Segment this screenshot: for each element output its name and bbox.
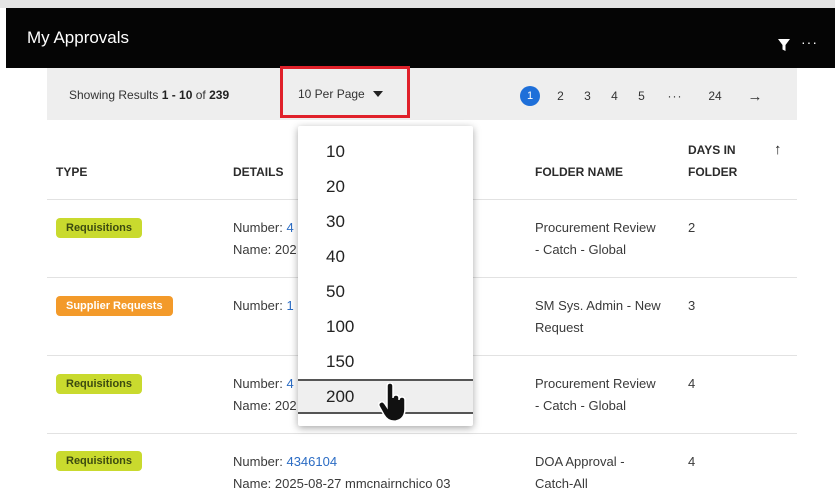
hand-cursor-icon [378,383,406,422]
details-cell: Number: 1 [233,295,294,317]
number-link[interactable]: 4346104 [286,454,337,469]
name-text: Name: 2025-08-27 mmcnairnchico 03 [233,476,451,491]
days-cell: 4 [688,376,696,391]
folder-cell: SM Sys. Admin - New Request [535,295,661,339]
number-link[interactable]: 4 [286,220,293,235]
name-text: Name: 202 [233,398,297,413]
per-page-dropdown: 10 20 30 40 50 100 150 200 [298,126,473,426]
column-header-folder[interactable]: FOLDER NAME [535,161,623,183]
column-header-details[interactable]: DETAILS [233,161,283,183]
caret-down-icon [372,91,383,97]
page-link[interactable]: 2 [547,89,574,103]
folder-line2: - Catch - Global [535,398,627,413]
folder-line1: DOA Approval - [535,454,625,469]
sort-arrow-icon[interactable]: ↑ [774,141,782,158]
per-page-option[interactable]: 10 [298,134,473,169]
days-cell: 3 [688,298,696,313]
folder-line1: SM Sys. Admin - New [535,298,661,313]
column-header-type[interactable]: TYPE [56,161,87,183]
next-arrow-icon[interactable]: → [735,88,775,105]
page-ellipsis: ··· [667,89,683,103]
number-label: Number: [233,454,287,469]
number-label: Number: [233,376,287,391]
filter-icon[interactable] [777,38,791,52]
number-link[interactable]: 4 [286,376,293,391]
type-badge: Requisitions [56,218,143,238]
per-page-option[interactable]: 40 [298,239,473,274]
results-prefix: Showing Results [69,88,162,102]
results-summary: Showing Results 1 - 10 of 239 [69,88,229,102]
number-label: Number: [233,298,287,313]
days-cell: 2 [688,220,696,235]
per-page-option[interactable]: 30 [298,204,473,239]
per-page-option[interactable]: 100 [298,309,473,344]
folder-line2: - Catch - Global [535,242,627,257]
type-badge: Supplier Requests [56,296,173,316]
folder-line1: Procurement Review [535,376,656,391]
top-strip [0,0,835,8]
results-of: of [192,88,210,102]
results-range: 1 - 10 [161,88,193,102]
type-badge: Requisitions [56,374,143,394]
per-page-label: 10 Per Page [298,87,365,101]
folder-cell: DOA Approval - Catch-All [535,451,625,495]
page-link[interactable]: 5 [628,89,655,103]
column-header-days-line2: FOLDER [688,165,738,179]
details-cell: Number: 4 Name: 202 [233,217,297,261]
details-cell: Number: 4 Name: 202 [233,373,297,417]
folder-line2: Request [535,320,584,335]
per-page-option[interactable]: 20 [298,169,473,204]
folder-cell: Procurement Review - Catch - Global [535,373,656,417]
more-icon[interactable]: ··· [801,34,818,50]
page-link[interactable]: 4 [601,89,628,103]
details-cell: Number: 4346104 Name: 2025-08-27 mmcnair… [233,451,451,495]
page-title: My Approvals [27,28,130,47]
column-header-days[interactable]: DAYS IN FOLDER [688,139,737,183]
type-badge: Requisitions [56,451,143,471]
pagination: 1 2 3 4 5 ··· 24 → [520,86,775,106]
results-total: 239 [209,88,230,102]
folder-line2: Catch-All [535,476,588,491]
page-current[interactable]: 1 [520,86,540,106]
row-divider [47,433,797,434]
folder-cell: Procurement Review - Catch - Global [535,217,656,261]
number-label: Number: [233,220,287,235]
number-link[interactable]: 1 [286,298,293,313]
per-page-select[interactable]: 10 Per Page [298,87,383,101]
name-text: Name: 202 [233,242,297,257]
page-link[interactable]: 3 [574,89,601,103]
app-header: My Approvals ··· [6,8,835,68]
per-page-option[interactable]: 50 [298,274,473,309]
per-page-option[interactable]: 150 [298,344,473,379]
page-last[interactable]: 24 [695,89,735,103]
folder-line1: Procurement Review [535,220,656,235]
column-header-days-line1: DAYS IN [688,143,736,157]
days-cell: 4 [688,454,696,469]
